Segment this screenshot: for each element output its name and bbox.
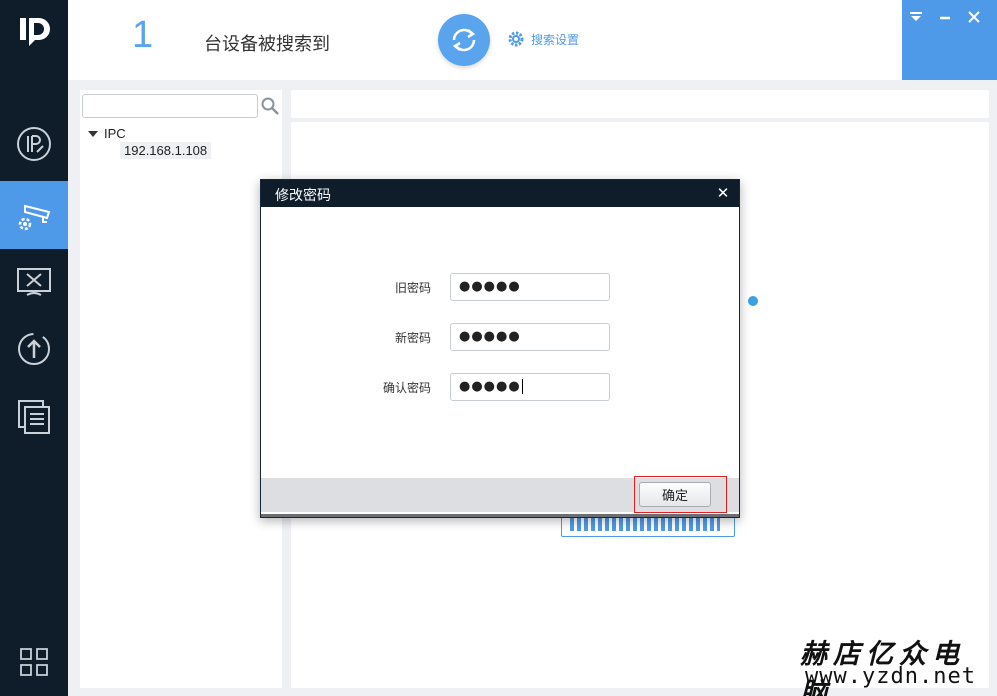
status-dot — [748, 296, 758, 306]
change-password-dialog: 修改密码 ✕ 旧密码 ●●●●● 新密码 ●●●●● 确认密码 ●●●●● 确定 — [260, 179, 740, 518]
app-logo-icon — [20, 18, 50, 46]
upgrade-icon — [18, 333, 50, 365]
new-password-label: 新密码 — [394, 331, 431, 345]
ip-edit-icon — [17, 127, 51, 161]
top-header: 1 台设备被搜索到 搜索设置 — [68, 0, 997, 80]
dialog-title-text: 修改密码 — [275, 188, 331, 204]
confirm-password-field[interactable]: ●●●●● — [450, 373, 610, 401]
device-tree-panel: IPC 192.168.1.108 — [80, 90, 282, 688]
search-settings-button[interactable]: 搜索设置 — [507, 30, 579, 48]
tree-node-label: IPC — [104, 126, 126, 141]
sidebar — [0, 0, 68, 696]
nav-upgrade[interactable] — [0, 315, 68, 383]
window-controls — [902, 0, 997, 80]
nav-device-config[interactable] — [0, 181, 68, 249]
minimize-icon[interactable] — [936, 8, 954, 26]
device-count: 1 — [132, 14, 154, 56]
search-icon[interactable] — [260, 96, 280, 116]
menu-icon[interactable] — [907, 8, 925, 26]
old-password-label: 旧密码 — [394, 281, 431, 295]
nav-ip-config[interactable] — [0, 110, 68, 178]
close-icon[interactable]: ✕ — [715, 184, 731, 202]
tree-node-ipc[interactable]: IPC — [88, 126, 126, 141]
gear-icon — [508, 31, 524, 47]
ok-button[interactable]: 确定 — [639, 482, 711, 507]
progress-fill — [570, 517, 720, 531]
refresh-button[interactable] — [438, 14, 490, 66]
confirm-password-label: 确认密码 — [382, 381, 431, 395]
camera-settings-icon — [18, 204, 51, 231]
dialog-bottom-border — [261, 514, 739, 517]
nav-documents[interactable] — [0, 382, 68, 450]
tools-icon — [17, 268, 51, 296]
document-list-icon — [18, 400, 50, 434]
nav-tools[interactable] — [0, 248, 68, 316]
tree-node-device[interactable]: 192.168.1.108 — [120, 142, 212, 159]
content-toolbar — [291, 90, 989, 118]
expand-caret-icon[interactable] — [88, 130, 98, 137]
search-settings-label: 搜索设置 — [531, 32, 580, 47]
new-password-field[interactable]: ●●●●● — [450, 323, 610, 351]
refresh-icon — [452, 28, 476, 52]
device-search-input[interactable] — [82, 94, 258, 118]
confirm-password-value: ●●●●● — [459, 379, 521, 394]
old-password-field[interactable]: ●●●●● — [450, 273, 610, 301]
dialog-title: 修改密码 — [261, 180, 739, 207]
apps-grid-icon — [20, 648, 48, 676]
new-password-value: ●●●●● — [459, 329, 521, 344]
nav-apps[interactable] — [0, 628, 68, 696]
close-icon[interactable] — [965, 8, 983, 26]
old-password-value: ●●●●● — [459, 279, 521, 294]
device-count-label: 台设备被搜索到 — [204, 34, 330, 55]
watermark-url: www.yzdn.net — [805, 664, 976, 689]
text-caret — [521, 379, 523, 394]
